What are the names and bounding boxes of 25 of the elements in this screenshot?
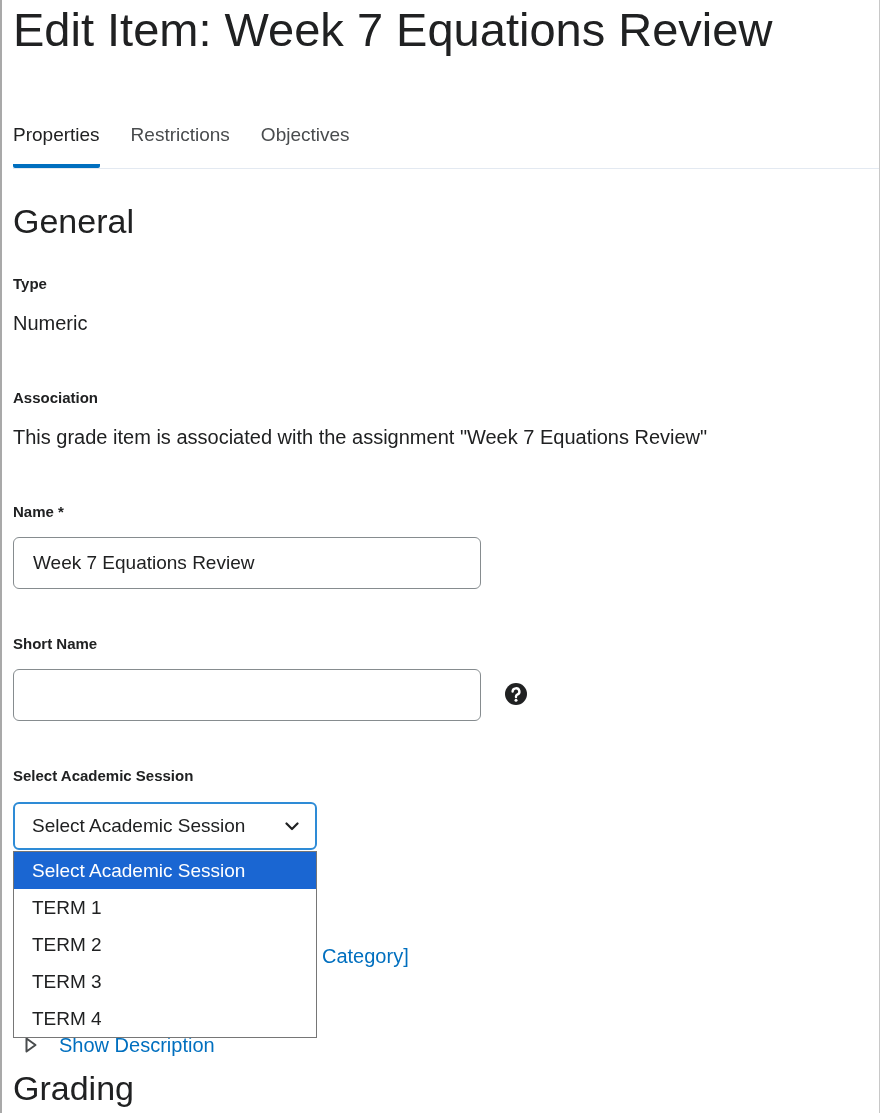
category-link[interactable]: Category]	[322, 945, 409, 967]
help-icon[interactable]	[505, 683, 527, 705]
input-field[interactable]	[13, 669, 481, 721]
field-value: This grade item is associated with the assignment "Week 7 Equations Review"	[13, 425, 709, 450]
input-field[interactable]: Week 7 Equations Review	[13, 537, 481, 589]
dropdown-option[interactable]: TERM 4	[14, 1000, 316, 1037]
field-label: Select Academic Session	[13, 766, 195, 786]
tab[interactable]: Restrictions	[130, 105, 230, 168]
tab[interactable]: Objectives	[260, 105, 350, 168]
dropdown-option[interactable]: TERM 1	[14, 889, 316, 926]
dropdown-option[interactable]: TERM 3	[14, 963, 316, 1000]
field-label: Short Name	[13, 634, 99, 654]
field-label: Association	[13, 388, 100, 408]
field-value: Numeric	[13, 311, 89, 336]
select-field[interactable]: Select Academic Session	[13, 802, 317, 850]
dropdown-option[interactable]: Select Academic Session	[14, 852, 316, 889]
field-label: Type	[13, 274, 48, 294]
expand-triangle-icon[interactable]	[25, 1037, 37, 1053]
section-title: Grading	[13, 1069, 135, 1107]
tab[interactable]: Properties	[13, 105, 100, 168]
dropdown-option[interactable]: TERM 2	[14, 926, 316, 963]
section-title: General	[13, 201, 135, 242]
page-title: Edit Item: Week 7 Equations Review	[13, 2, 774, 58]
chevron-down-icon	[285, 821, 299, 831]
field-label: Name *	[13, 502, 65, 522]
